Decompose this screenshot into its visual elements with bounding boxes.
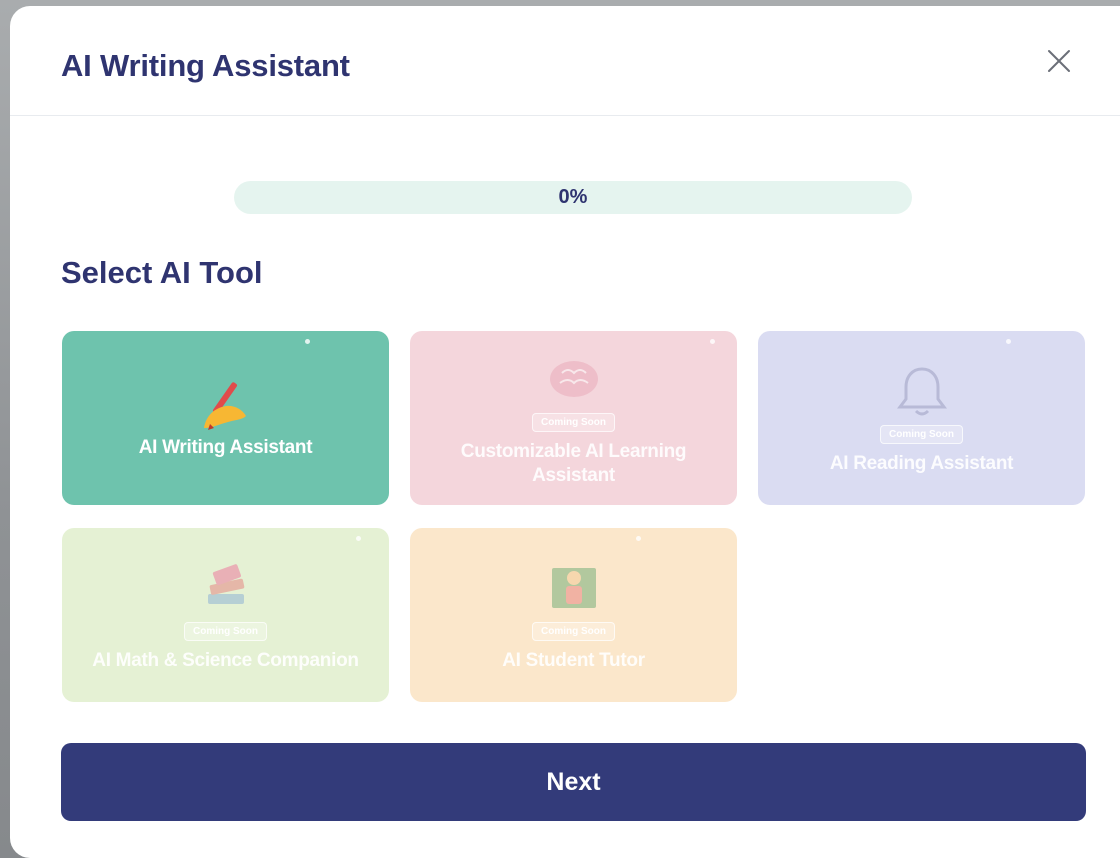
progress-bar: 0% (234, 181, 912, 214)
tool-card-customizable-ai-learning-assistant[interactable]: Coming Soon Customizable AI Learning Ass… (410, 331, 737, 505)
card-dot (636, 536, 641, 541)
bell-icon (890, 361, 954, 421)
tool-card-label: Customizable AI Learning Assistant (460, 440, 687, 486)
tool-card-label: AI Math & Science Companion (92, 649, 359, 671)
card-dot (305, 339, 310, 344)
brain-icon (542, 349, 606, 409)
writing-hand-icon (194, 376, 258, 436)
student-icon (542, 558, 606, 618)
progress-label: 0% (558, 186, 588, 208)
card-dot (1006, 339, 1011, 344)
coming-soon-badge: Coming Soon (184, 621, 267, 641)
ai-tool-dialog: AI Writing Assistant 0% Select AI Tool A… (10, 6, 1120, 858)
close-button[interactable] (1044, 46, 1074, 76)
dialog-header: AI Writing Assistant (10, 6, 1120, 116)
card-dot (710, 339, 715, 344)
tool-card-ai-math-science-companion[interactable]: Coming Soon AI Math & Science Companion (62, 528, 389, 702)
card-dot (356, 536, 361, 541)
next-button[interactable]: Next (61, 743, 1086, 821)
books-icon (194, 558, 258, 618)
section-title: Select AI Tool (61, 255, 263, 290)
dialog-title: AI Writing Assistant (61, 48, 350, 83)
tool-card-ai-reading-assistant[interactable]: Coming Soon AI Reading Assistant (758, 331, 1085, 505)
tool-card-label: AI Writing Assistant (138, 437, 313, 458)
coming-soon-badge: Coming Soon (532, 412, 615, 432)
coming-soon-badge: Coming Soon (532, 621, 615, 641)
tool-card-ai-student-tutor[interactable]: Coming Soon AI Student Tutor (410, 528, 737, 702)
close-icon (1048, 50, 1070, 72)
tool-card-ai-writing-assistant[interactable]: AI Writing Assistant (62, 331, 389, 505)
coming-soon-badge: Coming Soon (880, 424, 963, 444)
tool-card-label: AI Student Tutor (502, 649, 645, 671)
tool-card-label: AI Reading Assistant (829, 452, 1014, 474)
